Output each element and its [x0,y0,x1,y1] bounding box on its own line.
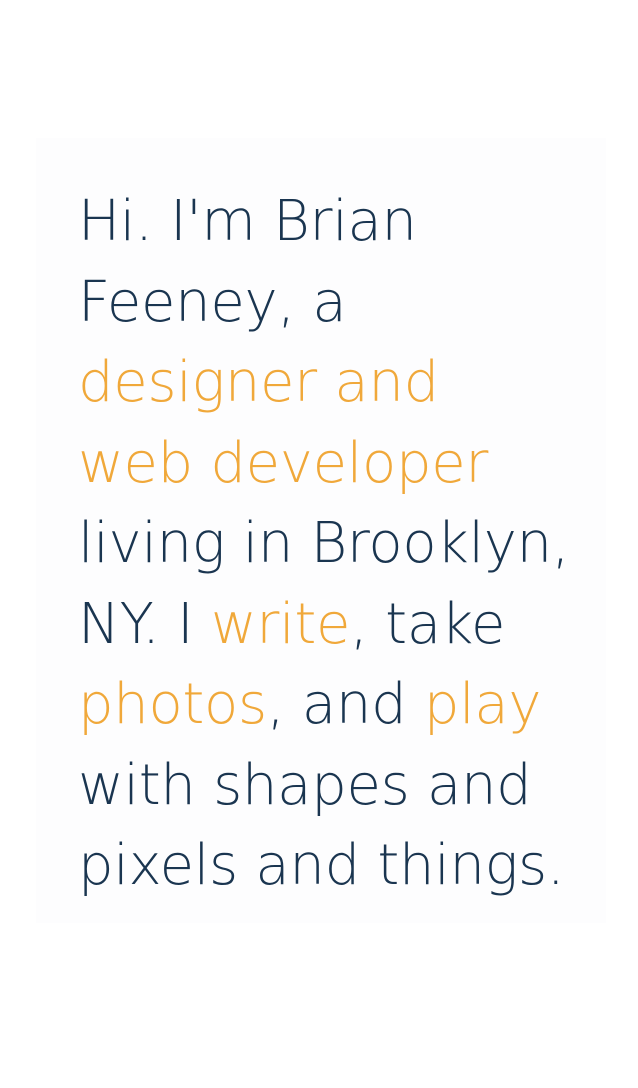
intro-line-5: living in Brooklyn, [78,511,570,576]
intro-line-1: Hi. I'm Brian [78,189,417,254]
intro-line-7: photos, and play [78,665,608,746]
play-link[interactable]: play [424,672,542,737]
write-link[interactable]: write [211,592,351,657]
photos-link[interactable]: photos [78,672,267,737]
intro-line-6: NY. I write, take [78,585,608,666]
intro-text-ny: NY. I [78,591,211,657]
intro-line-9: pixels and things. [78,833,565,898]
web-developer-role-text: web developer [78,430,489,496]
intro-text-take: , take [350,591,506,657]
designer-role-text: designer and [78,350,439,415]
intro-line-8: with shapes and [78,752,532,818]
intro-line-2: Feeney, a [78,269,347,335]
intro-text-and: , and [266,672,424,737]
intro-paragraph: Hi. I'm Brian Feeney, a designer and web… [78,182,608,907]
